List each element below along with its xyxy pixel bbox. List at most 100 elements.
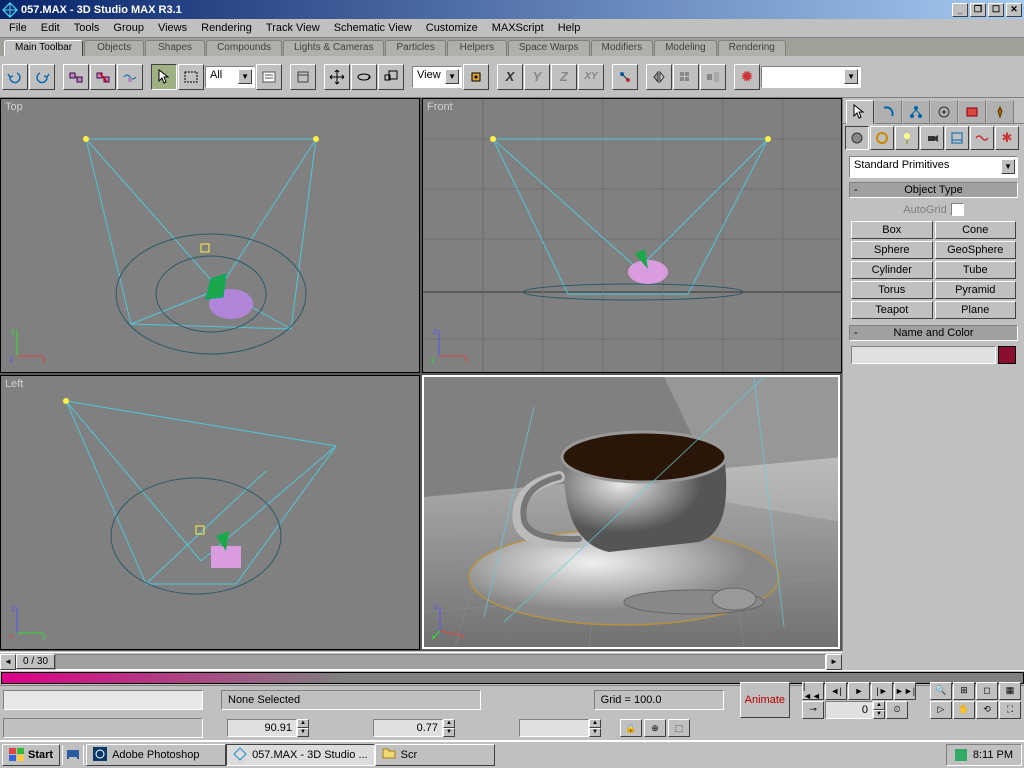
align-button[interactable]	[700, 64, 726, 90]
tab-objects[interactable]: Objects	[84, 40, 144, 56]
coord-z-input[interactable]	[519, 719, 589, 737]
selectionlock-button[interactable]	[290, 64, 316, 90]
mirror-button[interactable]	[646, 64, 672, 90]
bindspacewarp-button[interactable]	[117, 64, 143, 90]
coord-y-input[interactable]: 0.77	[373, 719, 443, 737]
namedselection-select[interactable]	[761, 66, 861, 88]
animate-button[interactable]: Animate	[740, 682, 790, 718]
undo-button[interactable]	[2, 64, 28, 90]
move-button[interactable]	[324, 64, 350, 90]
menu-edit[interactable]: Edit	[34, 20, 67, 36]
objectname-input[interactable]	[851, 346, 996, 364]
tab-particles[interactable]: Particles	[385, 40, 445, 56]
task-3dsmax[interactable]: 057.MAX - 3D Studio ...	[226, 744, 375, 766]
pivot-button[interactable]	[463, 64, 489, 90]
cone-button[interactable]: Cone	[935, 221, 1017, 239]
pyramid-button[interactable]: Pyramid	[935, 281, 1017, 299]
goto-end-button[interactable]: ►►|	[894, 682, 916, 700]
timeline-right-button[interactable]: ►	[826, 654, 842, 670]
timeline-left-button[interactable]: ◄	[0, 654, 16, 670]
snap-toggle-button[interactable]: ⬚	[668, 719, 690, 737]
ref-coord-select[interactable]: View	[412, 66, 462, 88]
helpers-subtab[interactable]	[945, 126, 969, 150]
menu-tools[interactable]: Tools	[67, 20, 107, 36]
minimize-button[interactable]: _	[952, 3, 968, 17]
objectcolor-swatch[interactable]	[998, 346, 1016, 364]
close-button[interactable]: ✕	[1006, 3, 1022, 17]
tab-shapes[interactable]: Shapes	[145, 40, 205, 56]
restrict-z-button[interactable]: Z	[551, 64, 577, 90]
viewport-left[interactable]: Left y z x	[0, 375, 420, 650]
box-button[interactable]: Box	[851, 221, 933, 239]
cameras-subtab[interactable]	[920, 126, 944, 150]
geosphere-button[interactable]: GeoSphere	[935, 241, 1017, 259]
hierarchy-tab[interactable]	[902, 100, 930, 124]
geometry-subtab[interactable]	[845, 126, 869, 150]
redo-button[interactable]	[29, 64, 55, 90]
menu-maxscript[interactable]: MAXScript	[485, 20, 551, 36]
namecolor-rollout[interactable]: -Name and Color	[849, 325, 1018, 341]
schematicview-button[interactable]: ✹	[734, 64, 760, 90]
menu-trackview[interactable]: Track View	[259, 20, 327, 36]
arcrotate-button[interactable]: ⟲	[976, 701, 998, 719]
display-tab[interactable]	[958, 100, 986, 124]
selection-filter-select[interactable]: All	[205, 66, 255, 88]
menu-group[interactable]: Group	[106, 20, 151, 36]
keymode-button[interactable]: ⊸	[802, 701, 824, 719]
tab-maintoolbar[interactable]: Main Toolbar	[4, 40, 83, 56]
zoom-button[interactable]: 🔍	[930, 682, 952, 700]
menu-rendering[interactable]: Rendering	[194, 20, 259, 36]
tab-compounds[interactable]: Compounds	[206, 40, 282, 56]
menu-file[interactable]: File	[2, 20, 34, 36]
timeline-thumb[interactable]: 0 / 30	[16, 654, 55, 669]
task-photoshop[interactable]: Adobe Photoshop	[86, 744, 226, 766]
tray-icon[interactable]	[955, 749, 967, 761]
menu-customize[interactable]: Customize	[419, 20, 485, 36]
select-byname-button[interactable]	[256, 64, 282, 90]
modify-tab[interactable]	[874, 100, 902, 124]
task-scr[interactable]: Scr	[375, 744, 495, 766]
minmax-button[interactable]: ⛶	[999, 701, 1021, 719]
unlink-button[interactable]	[90, 64, 116, 90]
utilities-tab[interactable]	[986, 100, 1014, 124]
cylinder-button[interactable]: Cylinder	[851, 261, 933, 279]
timeline-track[interactable]	[55, 654, 826, 670]
tab-helpers[interactable]: Helpers	[447, 40, 507, 56]
zoomextentsall-button[interactable]: ▦	[999, 682, 1021, 700]
array-button[interactable]	[673, 64, 699, 90]
select-button[interactable]	[151, 64, 177, 90]
current-frame-input[interactable]: 0	[825, 701, 873, 719]
systems-subtab[interactable]: ✱	[995, 126, 1019, 150]
next-frame-button[interactable]: |►	[871, 682, 893, 700]
tab-lightscameras[interactable]: Lights & Cameras	[283, 40, 384, 56]
select-region-button[interactable]	[178, 64, 204, 90]
viewport-top[interactable]: Top x y z	[0, 98, 420, 373]
abs-rel-button[interactable]: ⊕	[644, 719, 666, 737]
lock-selection-button[interactable]: 🔒	[620, 719, 642, 737]
create-tab[interactable]	[846, 100, 874, 124]
timeconfig-button[interactable]: ⏲	[886, 701, 908, 719]
plane-button[interactable]: Plane	[935, 301, 1017, 319]
restrict-xy-button[interactable]: XY	[578, 64, 604, 90]
system-tray[interactable]: 8:11 PM	[946, 744, 1022, 766]
menu-schematicview[interactable]: Schematic View	[327, 20, 419, 36]
script-listener[interactable]	[3, 690, 203, 710]
objecttype-rollout[interactable]: -Object Type	[849, 182, 1018, 198]
torus-button[interactable]: Torus	[851, 281, 933, 299]
restrict-y-button[interactable]: Y	[524, 64, 550, 90]
start-button[interactable]: Start	[2, 744, 60, 766]
scale-button[interactable]	[378, 64, 404, 90]
zoomall-button[interactable]: ⊞	[953, 682, 975, 700]
quicklaunch-icon[interactable]	[65, 747, 81, 763]
restrict-x-button[interactable]: X	[497, 64, 523, 90]
shapes-subtab[interactable]	[870, 126, 894, 150]
play-button[interactable]: ►	[848, 682, 870, 700]
sphere-button[interactable]: Sphere	[851, 241, 933, 259]
spacewarps-subtab[interactable]	[970, 126, 994, 150]
teapot-button[interactable]: Teapot	[851, 301, 933, 319]
motion-tab[interactable]	[930, 100, 958, 124]
rotate-button[interactable]	[351, 64, 377, 90]
lights-subtab[interactable]	[895, 126, 919, 150]
autogrid-checkbox[interactable]	[951, 203, 964, 216]
goto-start-button[interactable]: |◄◄	[802, 682, 824, 700]
